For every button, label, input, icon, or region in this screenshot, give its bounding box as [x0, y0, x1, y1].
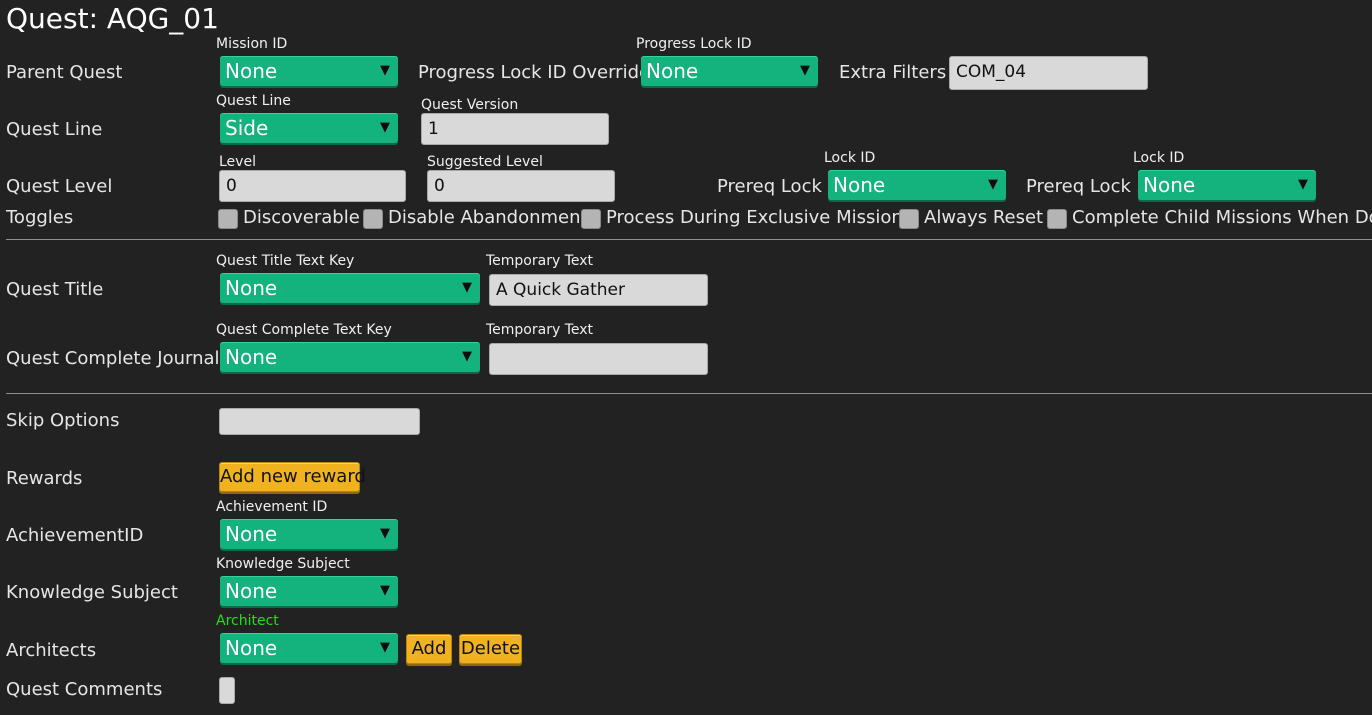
- skip-options-input[interactable]: [219, 408, 420, 435]
- quest-comments-input[interactable]: [219, 677, 235, 704]
- achievement-id-label: AchievementID: [6, 525, 144, 546]
- prereq-lock-1-label: Prereq Lock 1: [717, 176, 840, 197]
- quest-complete-key-caption: Quest Complete Text Key: [216, 322, 392, 338]
- mission-id-value: None: [225, 59, 278, 83]
- architect-dropdown[interactable]: None ▼: [220, 633, 398, 663]
- progress-lock-value: None: [646, 59, 699, 83]
- prereq-lock-2-dropdown[interactable]: None ▼: [1138, 170, 1316, 200]
- quest-title-key-caption: Quest Title Text Key: [216, 253, 355, 269]
- architect-caption: Architect: [216, 613, 279, 629]
- mission-id-dropdown[interactable]: None ▼: [220, 56, 398, 86]
- discoverable-checkbox[interactable]: [218, 209, 238, 229]
- disable-abandonment-checkbox[interactable]: [363, 209, 383, 229]
- quest-title-label: Quest Title: [6, 279, 104, 300]
- triangle-down-icon: ▼: [988, 177, 998, 192]
- quest-line-dropdown[interactable]: Side ▼: [220, 113, 398, 143]
- complete-child-label: Complete Child Missions When Done: [1072, 207, 1372, 228]
- section-divider: [6, 393, 1372, 394]
- quest-complete-temp-caption: Temporary Text: [486, 322, 594, 338]
- quest-comments-label: Quest Comments: [6, 679, 163, 700]
- quest-title-key-dropdown[interactable]: None ▼: [220, 273, 480, 303]
- add-new-reward-button[interactable]: Add new reward: [219, 462, 366, 492]
- discoverable-label: Discoverable: [243, 207, 360, 228]
- prereq-lock-2-label: Prereq Lock 2: [1026, 176, 1149, 197]
- level-caption: Level: [219, 154, 256, 170]
- complete-child-checkbox[interactable]: [1047, 209, 1067, 229]
- prereq-lock-1-dropdown[interactable]: None ▼: [828, 170, 1006, 200]
- extra-filters-label: Extra Filters: [839, 62, 947, 83]
- triangle-down-icon: ▼: [380, 526, 390, 541]
- knowledge-subject-caption: Knowledge Subject: [216, 556, 350, 572]
- always-reset-label: Always Reset: [924, 207, 1044, 228]
- triangle-down-icon: ▼: [380, 120, 390, 135]
- add-architect-button[interactable]: Add: [406, 634, 452, 664]
- achievement-id-dropdown[interactable]: None ▼: [220, 519, 398, 549]
- quest-version-caption: Quest Version: [421, 97, 519, 113]
- mission-id-caption: Mission ID: [216, 36, 288, 52]
- quest-title-key-value: None: [225, 276, 278, 300]
- suggested-level-caption: Suggested Level: [427, 154, 543, 170]
- process-exclusive-label: Process During Exclusive Missions: [606, 207, 913, 228]
- quest-complete-temp-input[interactable]: [489, 343, 708, 375]
- triangle-down-icon: ▼: [462, 280, 472, 295]
- achievement-id-caption: Achievement ID: [216, 499, 328, 515]
- triangle-down-icon: ▼: [380, 583, 390, 598]
- triangle-down-icon: ▼: [800, 63, 810, 78]
- triangle-down-icon: ▼: [380, 63, 390, 78]
- quest-version-input[interactable]: 1: [421, 113, 609, 145]
- rewards-label: Rewards: [6, 468, 83, 489]
- quest-title-temp-input[interactable]: A Quick Gather: [489, 274, 708, 306]
- triangle-down-icon: ▼: [1298, 177, 1308, 192]
- achievement-id-value: None: [225, 522, 278, 546]
- suggested-level-input[interactable]: 0: [427, 170, 615, 202]
- progress-lock-override-label: Progress Lock ID Override: [418, 62, 651, 83]
- parent-quest-label: Parent Quest: [6, 62, 123, 83]
- process-exclusive-checkbox[interactable]: [581, 209, 601, 229]
- toggles-label: Toggles: [6, 207, 74, 228]
- knowledge-subject-dropdown[interactable]: None ▼: [220, 576, 398, 606]
- delete-architect-button[interactable]: Delete: [459, 634, 522, 664]
- quest-title-temp-caption: Temporary Text: [486, 253, 594, 269]
- quest-complete-key-value: None: [225, 345, 278, 369]
- disable-abandonment-label: Disable Abandonment: [388, 207, 588, 228]
- quest-line-caption: Quest Line: [216, 93, 291, 109]
- progress-lock-dropdown[interactable]: None ▼: [641, 56, 818, 86]
- skip-options-label: Skip Options: [6, 410, 120, 431]
- architect-value: None: [225, 636, 278, 660]
- page-title: Quest: AQG_01: [6, 2, 219, 35]
- progress-lock-caption: Progress Lock ID: [636, 36, 752, 52]
- architects-label: Architects: [6, 640, 97, 661]
- quest-complete-journal-label: Quest Complete Journal: [6, 348, 220, 369]
- always-reset-checkbox[interactable]: [899, 209, 919, 229]
- prereq-lock-1-value: None: [833, 173, 886, 197]
- quest-level-label: Quest Level: [6, 176, 113, 197]
- knowledge-subject-label: Knowledge Subject: [6, 582, 178, 603]
- extra-filters-input[interactable]: COM_04: [949, 56, 1148, 90]
- quest-line-value: Side: [225, 116, 269, 140]
- prereq-lock-2-caption: Lock ID: [1133, 150, 1185, 166]
- triangle-down-icon: ▼: [462, 349, 472, 364]
- knowledge-subject-value: None: [225, 579, 278, 603]
- quest-complete-key-dropdown[interactable]: None ▼: [220, 342, 480, 372]
- prereq-lock-1-caption: Lock ID: [824, 150, 876, 166]
- prereq-lock-2-value: None: [1143, 173, 1196, 197]
- level-input[interactable]: 0: [219, 170, 406, 202]
- quest-line-label: Quest Line: [6, 119, 103, 140]
- triangle-down-icon: ▼: [380, 640, 390, 655]
- section-divider: [6, 239, 1372, 240]
